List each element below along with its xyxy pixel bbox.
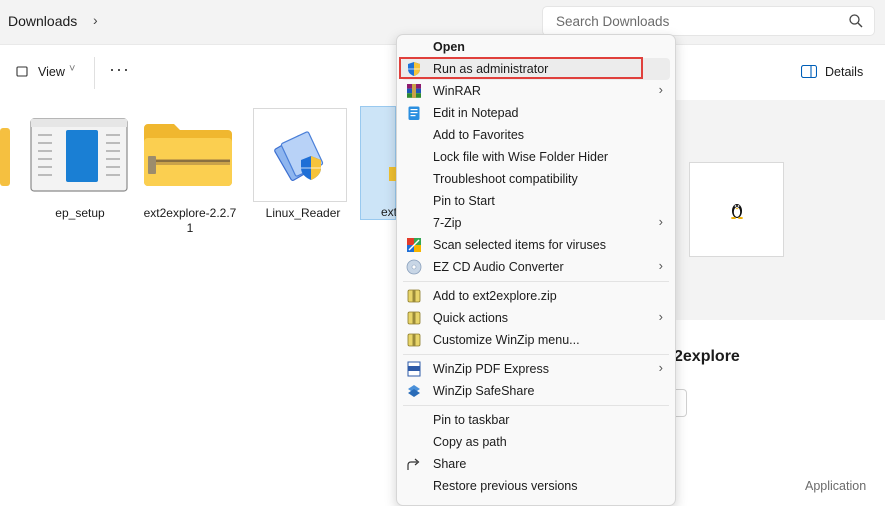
cd-icon <box>406 259 422 275</box>
file-name: ext <box>381 205 398 219</box>
submenu-chevron-icon: › <box>658 214 663 229</box>
menu-item-pin-to-taskbar[interactable]: Pin to taskbar <box>397 409 675 431</box>
search-input[interactable]: Search Downloads <box>542 6 875 36</box>
details-pane-icon <box>801 65 817 78</box>
submenu-chevron-icon: › <box>658 82 663 97</box>
search-icon[interactable] <box>848 13 864 29</box>
menu-item-label: Open <box>433 40 465 54</box>
antivirus-icon <box>407 238 421 252</box>
file-name: Linux_Reader <box>265 206 341 220</box>
menu-item-label: 7-Zip <box>433 216 462 230</box>
menu-item-label: Pin to Start <box>433 194 495 208</box>
menu-item-add-to-favorites[interactable]: Add to Favorites <box>397 124 675 146</box>
menu-item-label: Customize WinZip menu... <box>433 333 580 347</box>
breadcrumb-downloads[interactable]: Downloads <box>8 13 77 29</box>
menu-item-label: Troubleshoot compatibility <box>433 172 578 186</box>
folder-icon[interactable] <box>0 128 12 188</box>
selected-file-item[interactable]: ext <box>360 106 398 220</box>
menu-item-winzip-safeshare[interactable]: WinZip SafeShare <box>397 380 675 402</box>
view-icon <box>16 66 28 77</box>
file-item[interactable]: ep_setup <box>30 118 130 228</box>
menu-item-winzip-pdf-express[interactable]: WinZip PDF Express › <box>397 358 675 380</box>
pdf-icon <box>407 361 421 377</box>
breadcrumb-chevron-icon[interactable]: › <box>93 12 98 28</box>
toolbar-divider <box>94 57 95 89</box>
menu-item-7zip[interactable]: 7-Zip › <box>397 212 675 234</box>
winzip-icon <box>407 333 421 347</box>
menu-item-label: Copy as path <box>433 435 507 449</box>
file-item[interactable]: Linux_Reader <box>253 108 353 228</box>
menu-item-open[interactable]: Open <box>397 36 675 58</box>
file-item[interactable]: ext2explore-2.2.7 1 <box>140 118 240 238</box>
menu-item-label: Pin to taskbar <box>433 413 510 427</box>
menu-item-copy-as-path[interactable]: Copy as path <box>397 431 675 453</box>
file-name-line1: ext2explore-2.2.7 <box>143 206 237 220</box>
menu-separator <box>403 281 669 282</box>
search-placeholder: Search Downloads <box>556 14 670 29</box>
winrar-icon <box>407 84 421 98</box>
menu-item-restore-previous-versions[interactable]: Restore previous versions <box>397 475 675 497</box>
menu-item-label: Scan selected items for viruses <box>433 238 606 252</box>
menu-item-customize-winzip[interactable]: Customize WinZip menu... <box>397 329 675 351</box>
menu-item-label: WinZip SafeShare <box>433 384 535 398</box>
menu-item-add-to-zip[interactable]: Add to ext2explore.zip <box>397 285 675 307</box>
menu-separator <box>403 405 669 406</box>
view-label: View <box>38 65 65 79</box>
menu-item-winrar[interactable]: WinRAR › <box>397 80 675 102</box>
zip-folder-icon <box>144 124 232 186</box>
menu-item-ez-cd-audio-converter[interactable]: EZ CD Audio Converter › <box>397 256 675 278</box>
preview-file-name: 2explore <box>674 348 740 365</box>
winzip-icon <box>407 289 421 303</box>
menu-item-label: Quick actions <box>433 311 509 325</box>
menu-item-edit-in-notepad[interactable]: Edit in Notepad <box>397 102 675 124</box>
file-name: ep_setup <box>55 206 105 220</box>
menu-item-label: Edit in Notepad <box>433 106 519 120</box>
share-icon <box>407 458 420 470</box>
menu-item-label: Share <box>433 457 467 471</box>
submenu-chevron-icon: › <box>658 309 663 324</box>
submenu-chevron-icon: › <box>658 360 663 375</box>
chevron-down-icon: ˅ <box>69 63 76 75</box>
installer-icon <box>274 131 324 181</box>
menu-separator <box>403 354 669 355</box>
menu-item-label: Restore previous versions <box>433 479 578 493</box>
menu-item-label: Lock file with Wise Folder Hider <box>433 150 609 164</box>
menu-item-lock-file[interactable]: Lock file with Wise Folder Hider <box>397 146 675 168</box>
menu-item-troubleshoot-compatibility[interactable]: Troubleshoot compatibility <box>397 168 675 190</box>
submenu-chevron-icon: › <box>658 258 663 273</box>
file-name-line2: 1 <box>186 221 194 235</box>
winzip-icon <box>407 311 421 325</box>
highlight-annotation-box <box>399 57 643 79</box>
menu-item-share[interactable]: Share <box>397 453 675 475</box>
more-options-button[interactable]: ··· <box>109 59 130 80</box>
details-label: Details <box>825 65 864 79</box>
preview-file-type: Application <box>805 479 867 493</box>
menu-item-label: EZ CD Audio Converter <box>433 260 564 274</box>
menu-item-label: Add to Favorites <box>433 128 525 142</box>
context-menu: Open Run as administrator WinRAR › Edit … <box>396 34 676 506</box>
penguin-icon <box>731 204 743 219</box>
menu-item-label: WinZip PDF Express <box>433 362 549 376</box>
notepad-icon <box>408 106 420 120</box>
menu-item-pin-to-start[interactable]: Pin to Start <box>397 190 675 212</box>
safeshare-icon <box>408 385 420 397</box>
menu-item-label: WinRAR <box>433 84 481 98</box>
preview-thumbnail <box>689 162 784 257</box>
document-icon <box>30 118 128 192</box>
menu-item-scan-for-viruses[interactable]: Scan selected items for viruses <box>397 234 675 256</box>
menu-item-quick-actions[interactable]: Quick actions › <box>397 307 675 329</box>
menu-item-label: Add to ext2explore.zip <box>433 289 557 303</box>
